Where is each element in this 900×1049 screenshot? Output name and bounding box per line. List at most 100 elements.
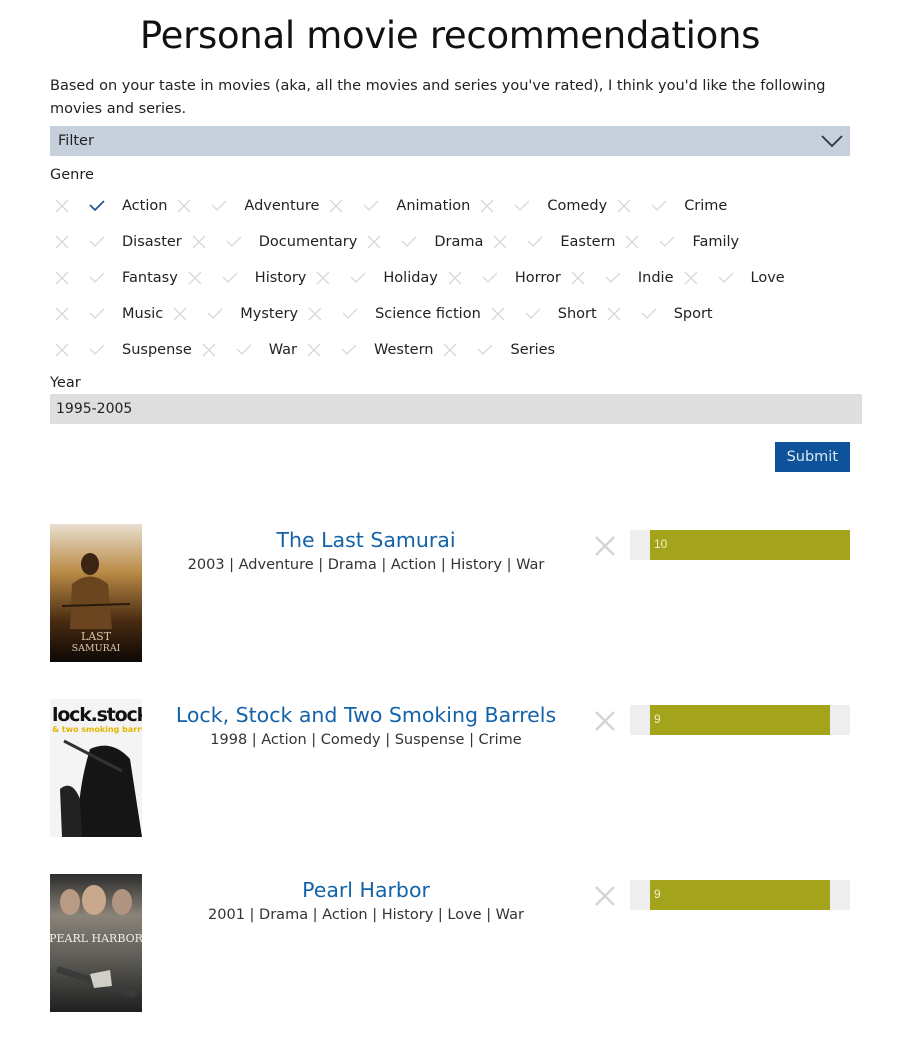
genre-option: Indie — [566, 260, 674, 296]
exclude-x-icon[interactable] — [50, 338, 74, 362]
include-check-icon[interactable] — [359, 194, 383, 218]
genre-option: Action — [50, 188, 167, 224]
exclude-x-icon[interactable] — [475, 194, 499, 218]
genre-label-text: Family — [692, 234, 740, 250]
genre-option: Documentary — [187, 224, 357, 260]
genre-label-text: Love — [750, 270, 785, 286]
include-check-icon[interactable] — [397, 230, 421, 254]
include-check-icon[interactable] — [647, 194, 671, 218]
submit-button[interactable]: Submit — [774, 442, 850, 472]
exclude-x-icon[interactable] — [183, 266, 207, 290]
genre-label-text: Series — [510, 342, 556, 358]
movie-title-link[interactable]: Pearl Harbor — [160, 876, 572, 904]
genre-option: Adventure — [172, 188, 319, 224]
include-check-icon[interactable] — [85, 338, 109, 362]
genre-option: Western — [302, 332, 433, 368]
include-check-icon[interactable] — [714, 266, 738, 290]
exclude-x-icon[interactable] — [50, 230, 74, 254]
genre-option: Suspense — [50, 332, 192, 368]
exclude-x-icon[interactable] — [486, 302, 510, 326]
movie-info: Pearl Harbor 2001 | Drama | Action | Hist… — [160, 876, 572, 926]
svg-text:& two smoking barrels: & two smoking barrels — [52, 725, 142, 734]
genre-list: Action Adventure Animation Comedy Crime Disas… — [50, 188, 850, 368]
genre-option: Eastern — [488, 224, 615, 260]
include-check-icon[interactable] — [473, 338, 497, 362]
rating-value: 10 — [654, 537, 668, 551]
include-check-icon[interactable] — [521, 302, 545, 326]
rating-fill: 9 — [650, 705, 830, 735]
chevron-down-icon — [821, 135, 843, 148]
exclude-x-icon[interactable] — [303, 302, 327, 326]
movie-title-link[interactable]: The Last Samurai — [160, 526, 572, 554]
exclude-x-icon[interactable] — [566, 266, 590, 290]
movie-meta: 1998 | Action | Comedy | Suspense | Crim… — [210, 732, 522, 748]
filter-toggle[interactable]: Filter — [50, 126, 850, 156]
exclude-x-icon[interactable] — [488, 230, 512, 254]
genre-label-text: Holiday — [383, 270, 438, 286]
genre-option: Drama — [362, 224, 483, 260]
movie-title-link[interactable]: Lock, Stock and Two Smoking Barrels — [160, 701, 572, 729]
movie-poster: LASTSAMURAI — [50, 524, 142, 662]
include-check-icon[interactable] — [478, 266, 502, 290]
exclude-x-icon[interactable] — [50, 194, 74, 218]
genre-label-text: Comedy — [547, 198, 608, 214]
exclude-x-icon[interactable] — [197, 338, 221, 362]
genre-label-text: Short — [557, 306, 597, 322]
genre-option: Music — [50, 296, 163, 332]
include-check-icon[interactable] — [601, 266, 625, 290]
genre-option: Science fiction — [303, 296, 481, 332]
exclude-x-icon[interactable] — [187, 230, 211, 254]
genre-label-text: Adventure — [244, 198, 320, 214]
exclude-x-icon[interactable] — [324, 194, 348, 218]
rating-bar: 10 — [630, 530, 850, 560]
intro-text: Based on your taste in movies (aka, all … — [50, 78, 826, 117]
genre-option: Disaster — [50, 224, 182, 260]
dismiss-x-icon[interactable] — [593, 884, 617, 908]
include-check-icon[interactable] — [523, 230, 547, 254]
include-check-icon[interactable] — [218, 266, 242, 290]
exclude-x-icon[interactable] — [620, 230, 644, 254]
include-check-icon[interactable] — [637, 302, 661, 326]
genre-option: Crime — [612, 188, 727, 224]
include-check-icon[interactable] — [85, 194, 109, 218]
movie-meta: 2001 | Drama | Action | History | Love |… — [208, 907, 524, 923]
include-check-icon[interactable] — [510, 194, 534, 218]
dismiss-x-icon[interactable] — [593, 534, 617, 558]
exclude-x-icon[interactable] — [311, 266, 335, 290]
genre-label-text: Music — [122, 306, 164, 322]
exclude-x-icon[interactable] — [172, 194, 196, 218]
exclude-x-icon[interactable] — [438, 338, 462, 362]
exclude-x-icon[interactable] — [443, 266, 467, 290]
genre-label: Genre — [50, 167, 94, 183]
include-check-icon[interactable] — [232, 338, 256, 362]
dismiss-x-icon[interactable] — [593, 709, 617, 733]
include-check-icon[interactable] — [203, 302, 227, 326]
include-check-icon[interactable] — [655, 230, 679, 254]
exclude-x-icon[interactable] — [362, 230, 386, 254]
exclude-x-icon[interactable] — [168, 302, 192, 326]
include-check-icon[interactable] — [85, 266, 109, 290]
include-check-icon[interactable] — [207, 194, 231, 218]
genre-option: Holiday — [311, 260, 438, 296]
page: Personal movie recommendations Based on … — [0, 0, 900, 1049]
svg-text:SAMURAI: SAMURAI — [72, 643, 121, 654]
exclude-x-icon[interactable] — [302, 338, 326, 362]
rating-bar: 9 — [630, 705, 850, 735]
filter-label: Filter — [58, 133, 94, 149]
exclude-x-icon[interactable] — [50, 266, 74, 290]
include-check-icon[interactable] — [346, 266, 370, 290]
exclude-x-icon[interactable] — [612, 194, 636, 218]
genre-option: Family — [620, 224, 739, 260]
year-input[interactable] — [50, 394, 862, 424]
include-check-icon[interactable] — [337, 338, 361, 362]
rating-bar: 9 — [630, 880, 850, 910]
genre-label-text: Horror — [514, 270, 561, 286]
exclude-x-icon[interactable] — [679, 266, 703, 290]
include-check-icon[interactable] — [338, 302, 362, 326]
exclude-x-icon[interactable] — [602, 302, 626, 326]
genre-label-text: War — [268, 342, 298, 358]
include-check-icon[interactable] — [222, 230, 246, 254]
include-check-icon[interactable] — [85, 302, 109, 326]
exclude-x-icon[interactable] — [50, 302, 74, 326]
include-check-icon[interactable] — [85, 230, 109, 254]
